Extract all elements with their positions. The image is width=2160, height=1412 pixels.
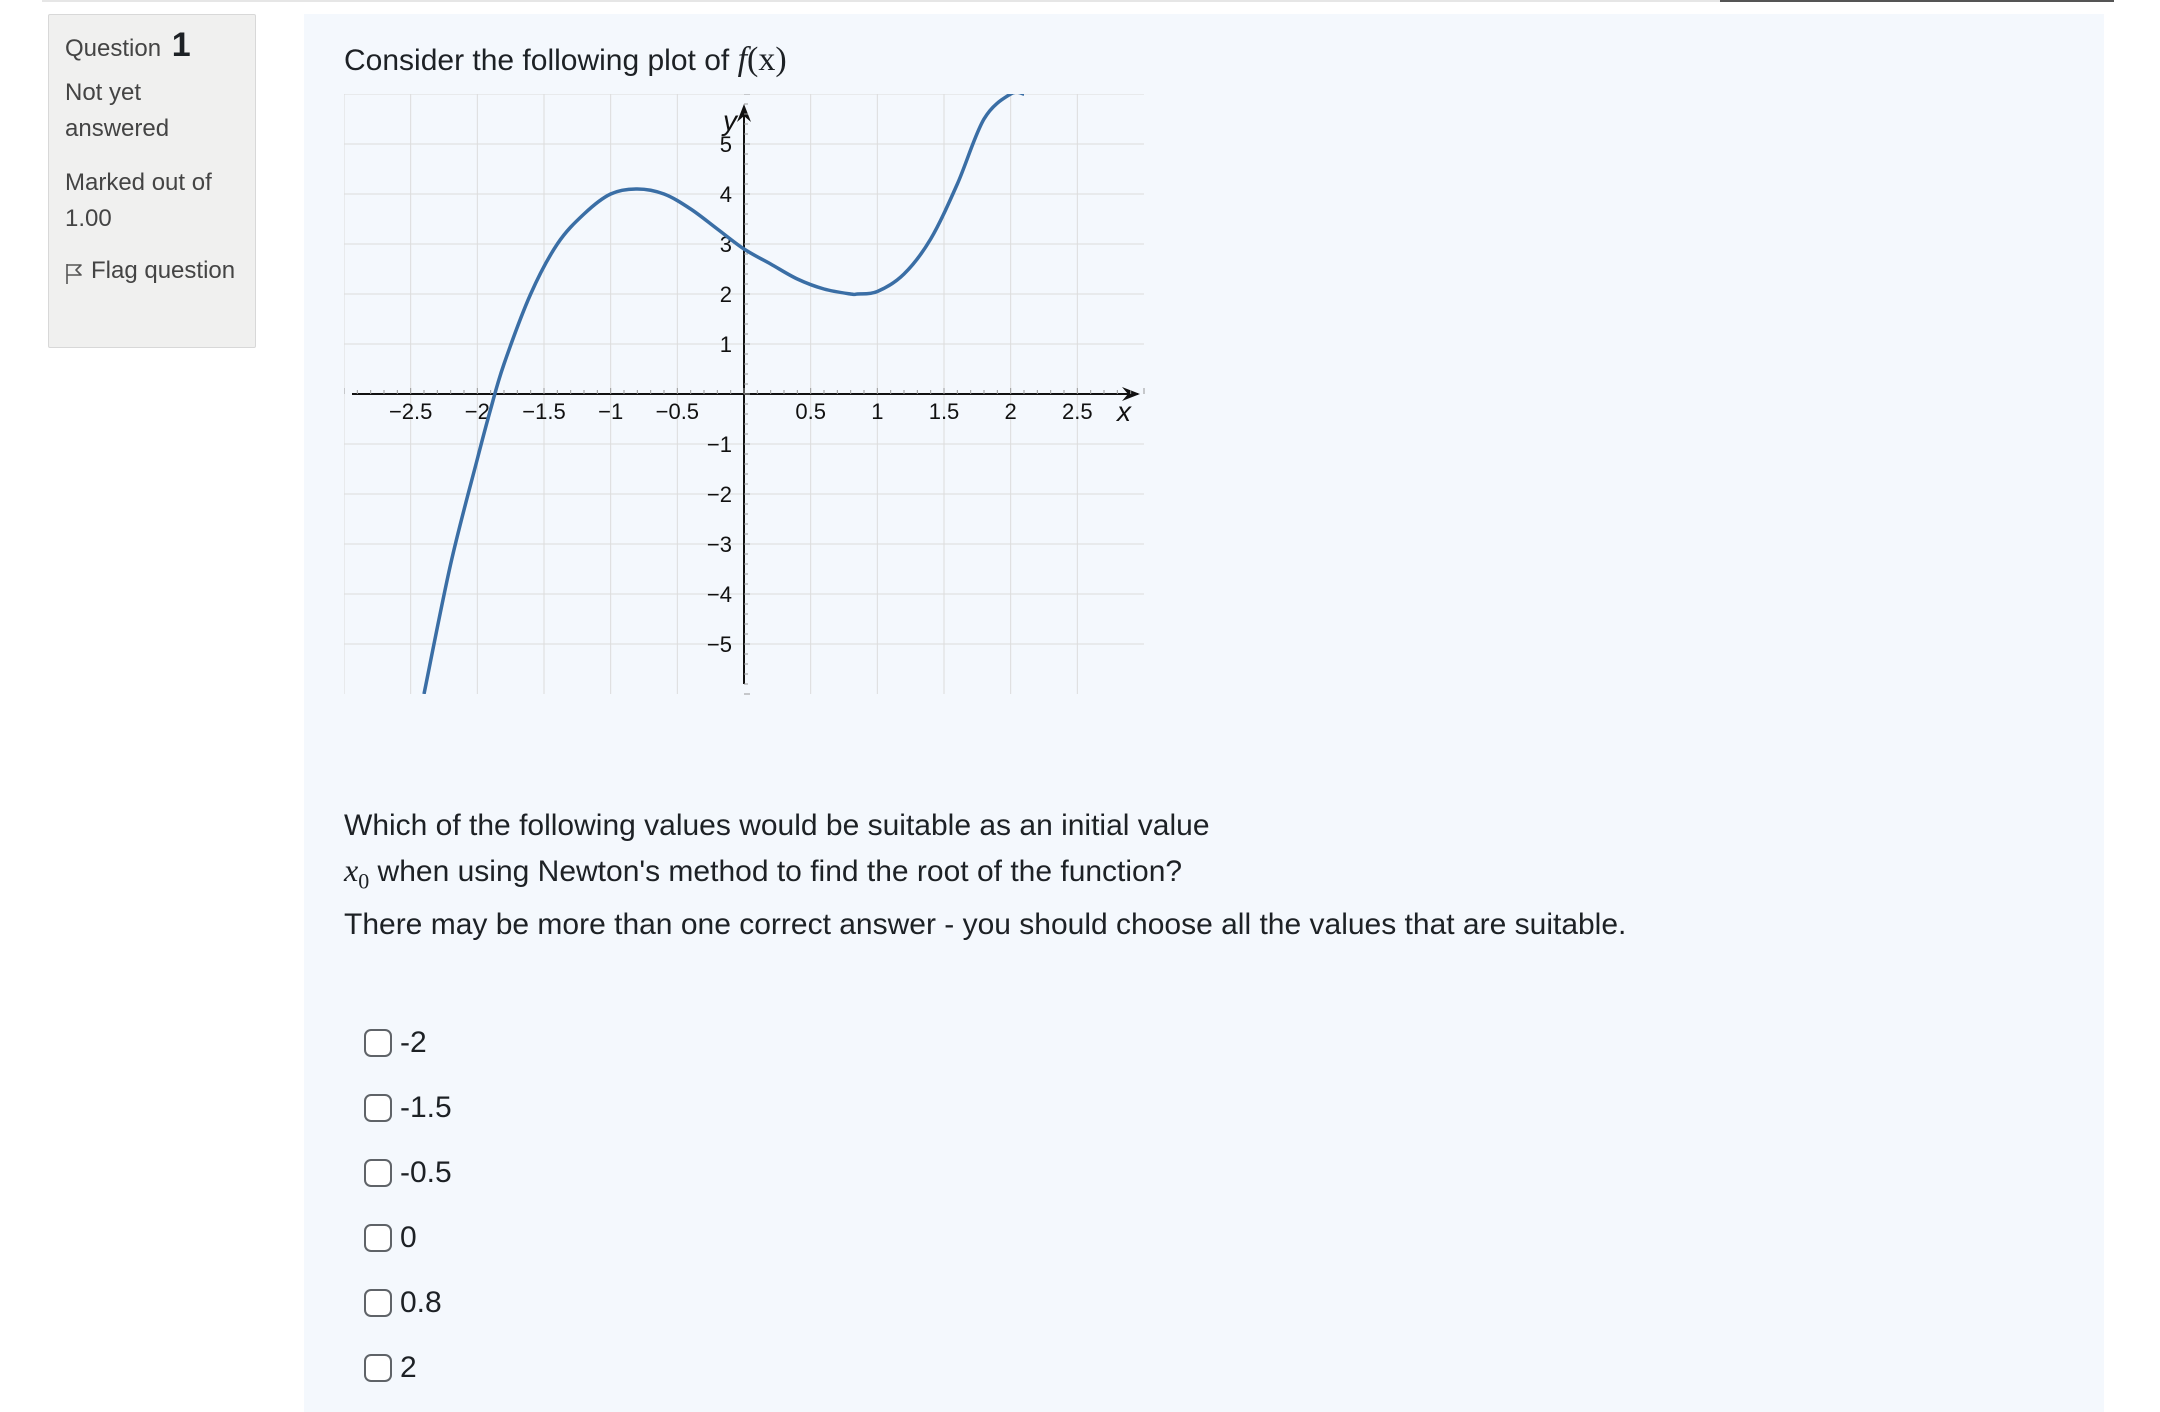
prompt-math-args: (x) xyxy=(747,41,787,78)
x-axis-label: x xyxy=(1115,396,1132,427)
question-label: Question xyxy=(65,35,162,62)
y-axis-label: y xyxy=(721,105,739,136)
y-tick-label: −4 xyxy=(707,582,732,607)
x-tick-label: −2.5 xyxy=(389,399,432,424)
question-info-panel: Question 1 Not yet answered Marked out o… xyxy=(48,14,256,348)
function-plot: −2.5 −2 −1.5 −1 −0.5 0.5 1 1.5 2 2.554321−1−2−3−4… xyxy=(344,94,1145,695)
prompt-math-f: f xyxy=(737,41,748,78)
question-line-1: Which of the following values would be s… xyxy=(344,809,1210,842)
answer-checkbox[interactable] xyxy=(364,1093,392,1122)
answer-option[interactable]: 0.8 xyxy=(364,1270,452,1335)
y-tick-label: −2 xyxy=(707,482,732,507)
prompt-text: Consider the following plot of xyxy=(344,44,730,77)
flag-question-link[interactable]: Flag question xyxy=(65,253,239,289)
answer-label: -1.5 xyxy=(400,1090,452,1124)
question-grade: Marked out of 1.00 xyxy=(65,169,212,232)
answer-label: 0.8 xyxy=(400,1285,442,1319)
top-divider-accent xyxy=(1720,0,2114,2)
initial-value-symbol: x0 xyxy=(344,852,369,893)
question-line-3: There may be more than one correct answe… xyxy=(344,908,1627,942)
initial-value-x: x xyxy=(344,852,359,888)
answer-checkbox[interactable] xyxy=(364,1028,392,1057)
answer-option[interactable]: -0.5 xyxy=(364,1140,452,1205)
answer-options: -2 -1.5 -0.5 0 0.8 2 xyxy=(364,1010,452,1400)
initial-value-sub: 0 xyxy=(358,868,370,894)
x-tick-label: 1.5 xyxy=(929,399,960,424)
y-tick-label: 4 xyxy=(720,182,732,207)
question-prompt: Consider the following plot of f(x) xyxy=(344,40,787,81)
y-tick-label: −5 xyxy=(707,632,732,657)
x-tick-label: 2 xyxy=(1005,399,1017,424)
y-tick-label: −1 xyxy=(707,432,732,457)
answer-checkbox[interactable] xyxy=(364,1353,392,1382)
question-number: 1 xyxy=(171,26,191,64)
answer-label: 0 xyxy=(400,1220,417,1254)
question-number-row: Question 1 xyxy=(65,27,239,67)
answer-option[interactable]: -2 xyxy=(364,1010,452,1075)
x-tick-label: −0.5 xyxy=(656,399,699,424)
y-tick-label: −3 xyxy=(707,532,732,557)
x-tick-label: −1.5 xyxy=(522,399,565,424)
x-tick-label: 0.5 xyxy=(795,399,826,424)
y-tick-label: 2 xyxy=(720,282,732,307)
flag-outline-icon xyxy=(66,264,82,284)
answer-label: -2 xyxy=(400,1025,427,1059)
x-tick-label: 2.5 xyxy=(1062,399,1093,424)
question-line-2: x0 when using Newton's method to find th… xyxy=(344,848,2044,903)
question-content: Consider the following plot of f(x) −2.5… xyxy=(304,14,2104,1412)
answer-checkbox[interactable] xyxy=(364,1223,392,1252)
answer-label: -0.5 xyxy=(400,1155,452,1189)
answer-option[interactable]: 0 xyxy=(364,1205,452,1270)
answer-checkbox[interactable] xyxy=(364,1158,392,1187)
answer-option[interactable]: -1.5 xyxy=(364,1075,452,1140)
question-state: Not yet answered xyxy=(65,79,170,142)
answer-label: 2 xyxy=(400,1350,417,1384)
y-tick-label: 1 xyxy=(720,332,732,357)
flag-question-label: Flag question xyxy=(91,257,236,284)
x-tick-label: −1 xyxy=(598,399,623,424)
x-tick-label: 1 xyxy=(871,399,883,424)
prompt-math: f(x) xyxy=(738,41,787,78)
question-text: Which of the following values would be s… xyxy=(344,804,2044,947)
answer-option[interactable]: 2 xyxy=(364,1335,452,1400)
answer-checkbox[interactable] xyxy=(364,1288,392,1317)
question-line-2-text: when using Newton's method to find the r… xyxy=(377,855,1183,888)
quiz-page: Question 1 Not yet answered Marked out o… xyxy=(0,0,2160,1412)
